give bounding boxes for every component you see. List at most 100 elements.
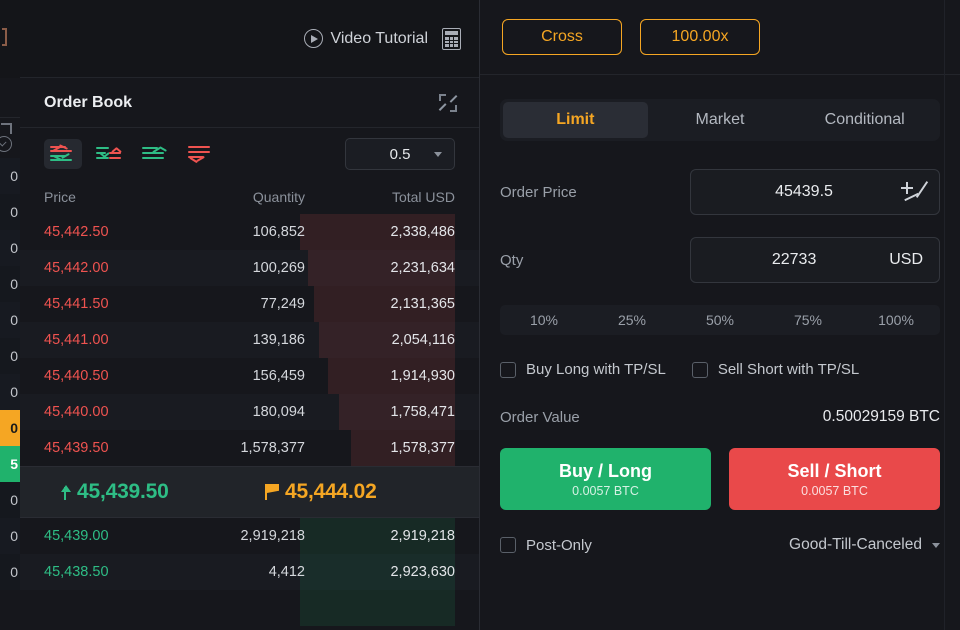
row-total: 1,578,377 — [305, 440, 455, 456]
order-actions: Buy / Long 0.0057 BTC Sell / Short 0.005… — [500, 448, 940, 510]
tick-size-select[interactable]: 0.5 — [345, 138, 455, 170]
row-total: 1,914,930 — [305, 368, 455, 384]
post-only-label: Post-Only — [526, 537, 592, 554]
mode-bids-only-button[interactable] — [136, 139, 174, 169]
row-price: 45,441.50 — [44, 296, 175, 312]
row-price: 45,438.50 — [44, 564, 175, 580]
both-sides-icon — [50, 144, 76, 164]
order-book-row[interactable]: 45,439.002,919,2182,919,218 — [20, 518, 479, 554]
ask-rows: 45,442.50106,8522,338,48645,442.00100,26… — [20, 214, 479, 466]
time-in-force-value: Good-Till-Canceled — [789, 536, 922, 554]
chevron-down-icon — [932, 543, 940, 548]
order-book-column: Video Tutorial Order Book — [20, 0, 480, 630]
order-book-row[interactable]: 45,440.00180,0941,758,471 — [20, 394, 479, 430]
percentage-option-10[interactable]: 10% — [500, 312, 588, 328]
row-total: 2,131,365 — [305, 296, 455, 312]
row-quantity: 180,094 — [175, 404, 305, 420]
left-strip-header — [0, 78, 20, 118]
order-book-row[interactable]: 45,439.501,578,3771,578,377 — [20, 430, 479, 466]
left-strip-row: 0 — [0, 482, 20, 518]
percentage-option-100[interactable]: 100% — [852, 312, 940, 328]
row-price: 45,439.50 — [44, 440, 175, 456]
row-price: 45,439.00 — [44, 528, 175, 544]
last-price-group: 45,439.50 — [44, 480, 255, 504]
buy-tpsl-label: Buy Long with TP/SL — [526, 361, 666, 378]
row-price: 45,442.50 — [44, 224, 175, 240]
sell-tpsl-label: Sell Short with TP/SL — [718, 361, 859, 378]
order-book-title: Order Book — [44, 94, 132, 112]
last-price-value: 45,439.50 — [77, 480, 169, 504]
tab-market[interactable]: Market — [648, 102, 793, 138]
mode-both-sides-button[interactable] — [44, 139, 82, 169]
left-strip-row: 0 — [0, 266, 20, 302]
percentage-option-25[interactable]: 25% — [588, 312, 676, 328]
checkbox-box — [500, 362, 516, 378]
left-strip-row: 5 — [0, 446, 20, 482]
checkbox-box — [500, 537, 516, 553]
order-type-tabs: Limit Market Conditional — [500, 99, 940, 141]
video-tutorial-label: Video Tutorial — [330, 30, 428, 48]
sell-tpsl-checkbox[interactable]: Sell Short with TP/SL — [692, 361, 859, 378]
row-quantity: 4,412 — [175, 564, 305, 580]
qty-input[interactable]: 22733 USD — [690, 237, 940, 283]
left-strip-row: 0 — [0, 302, 20, 338]
order-book-row[interactable]: 45,441.00139,1862,054,116 — [20, 322, 479, 358]
split-view-icon — [96, 144, 122, 164]
row-quantity: 1,578,377 — [175, 440, 305, 456]
left-strip-top — [0, 0, 20, 78]
order-price-input[interactable]: 45439.5 — [690, 169, 940, 215]
margin-mode-button[interactable]: Cross — [502, 19, 622, 55]
order-price-value: 45439.5 — [707, 183, 901, 201]
panel-divider — [944, 0, 945, 630]
order-book-controls: 0.5 — [20, 128, 479, 180]
tab-limit[interactable]: Limit — [503, 102, 648, 138]
buy-long-button[interactable]: Buy / Long 0.0057 BTC — [500, 448, 711, 510]
tab-conditional[interactable]: Conditional — [792, 102, 937, 138]
order-book-row[interactable]: 45,442.50106,8522,338,486 — [20, 214, 479, 250]
row-quantity: 106,852 — [175, 224, 305, 240]
order-form: Limit Market Conditional Order Price 454… — [480, 75, 960, 554]
calculator-icon[interactable] — [442, 28, 461, 50]
row-quantity: 156,459 — [175, 368, 305, 384]
column-header-price: Price — [44, 189, 175, 205]
mode-split-view-button[interactable] — [90, 139, 128, 169]
row-total: 2,231,634 — [305, 260, 455, 276]
qty-field: Qty 22733 USD — [500, 237, 940, 283]
order-book-row[interactable] — [20, 590, 479, 626]
order-book-header: Order Book — [20, 78, 479, 128]
corner-icon — [1, 123, 12, 134]
order-value-label: Order Value — [500, 409, 580, 426]
percentage-option-50[interactable]: 50% — [676, 312, 764, 328]
mode-asks-only-button[interactable] — [182, 139, 220, 169]
leverage-button[interactable]: 100.00x — [640, 19, 760, 55]
column-header-total: Total USD — [305, 189, 455, 205]
order-footer: Post-Only Good-Till-Canceled — [500, 536, 940, 554]
buy-tpsl-checkbox[interactable]: Buy Long with TP/SL — [500, 361, 666, 378]
left-clipped-panel: 000000005000 — [0, 0, 20, 630]
plus-minus-icon[interactable] — [901, 182, 923, 202]
sell-short-subtitle: 0.0057 BTC — [801, 484, 868, 498]
order-book-row[interactable]: 45,438.504,4122,923,630 — [20, 554, 479, 590]
order-value-amount: 0.50029159 BTC — [823, 408, 940, 426]
row-total: 1,758,471 — [305, 404, 455, 420]
row-quantity: 77,249 — [175, 296, 305, 312]
order-book-row[interactable]: 45,440.50156,4591,914,930 — [20, 358, 479, 394]
time-in-force-select[interactable]: Good-Till-Canceled — [789, 536, 940, 554]
left-strip-row: 0 — [0, 410, 20, 446]
video-tutorial-link[interactable]: Video Tutorial — [304, 29, 428, 48]
percentage-option-75[interactable]: 75% — [764, 312, 852, 328]
column-header-quantity: Quantity — [175, 189, 305, 205]
qty-unit: USD — [889, 251, 923, 269]
row-total: 2,338,486 — [305, 224, 455, 240]
buy-long-title: Buy / Long — [559, 461, 652, 482]
sell-short-button[interactable]: Sell / Short 0.0057 BTC — [729, 448, 940, 510]
expand-icon[interactable] — [439, 94, 457, 112]
trading-terminal: 000000005000 Video Tutorial Order Book — [0, 0, 960, 630]
clipped-glyph — [2, 28, 7, 46]
order-book-row[interactable]: 45,442.00100,2692,231,634 — [20, 250, 479, 286]
order-book-row[interactable]: 45,441.5077,2492,131,365 — [20, 286, 479, 322]
post-only-checkbox[interactable]: Post-Only — [500, 537, 592, 554]
checkbox-box — [692, 362, 708, 378]
left-strip-icons — [0, 118, 20, 158]
row-price: 45,440.00 — [44, 404, 175, 420]
